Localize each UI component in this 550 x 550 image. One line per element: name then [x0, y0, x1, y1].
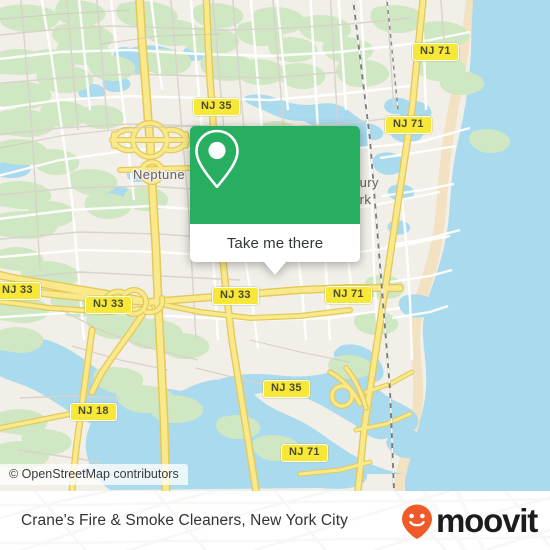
moovit-wordmark: moovit [436, 502, 538, 539]
shield-nj-71-upper[interactable]: NJ 71 [385, 116, 432, 134]
popup-action-bar[interactable]: Take me there [190, 224, 360, 275]
popup-tail [264, 262, 286, 275]
screenshot-root: Neptune bury ark NJ 71 NJ 35 NJ 71 NJ 33… [0, 0, 550, 550]
moovit-brand[interactable]: moovit [400, 502, 538, 539]
shield-nj-18-lower[interactable]: NJ 18 [70, 403, 117, 421]
shield-nj-33-center[interactable]: NJ 33 [212, 287, 259, 305]
shield-nj-35-lower[interactable]: NJ 35 [263, 380, 310, 398]
shield-nj-71-mid[interactable]: NJ 71 [325, 286, 372, 304]
map-canvas[interactable]: Neptune bury ark NJ 71 NJ 35 NJ 71 NJ 33… [0, 0, 550, 491]
shield-nj-71-top[interactable]: NJ 71 [412, 43, 459, 61]
shield-nj-33-center-left[interactable]: NJ 33 [85, 296, 132, 314]
page-title: Crane's Fire & Smoke Cleaners, New York … [21, 511, 348, 529]
take-me-there-popup[interactable]: Take me there [190, 126, 360, 275]
take-me-there-label: Take me there [226, 234, 324, 252]
footer-bar: Crane's Fire & Smoke Cleaners, New York … [0, 491, 550, 550]
shield-nj-35-top[interactable]: NJ 35 [193, 98, 240, 116]
shield-nj-71-bottom[interactable]: NJ 71 [281, 444, 328, 462]
popup-pin-area [190, 126, 360, 224]
location-pin-icon [195, 129, 239, 188]
shield-nj-33-left-edge[interactable]: NJ 33 [0, 282, 41, 300]
moovit-smiley-pin-icon [402, 504, 433, 539]
osm-attribution[interactable]: © OpenStreetMap contributors [0, 464, 188, 485]
